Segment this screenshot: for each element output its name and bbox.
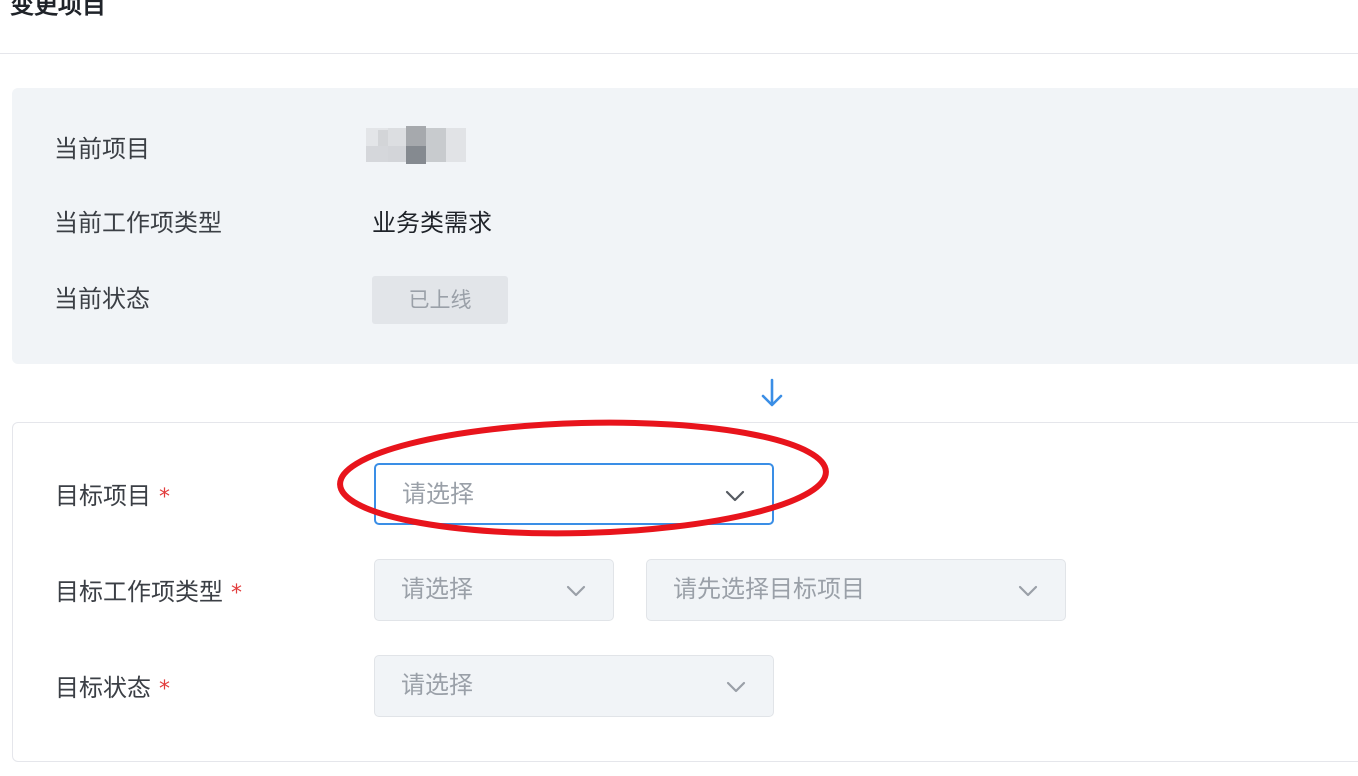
target-status-label-text: 目标状态 [55, 674, 151, 702]
chevron-down-icon [566, 585, 586, 597]
chevron-down-icon [1018, 585, 1038, 597]
target-status-placeholder: 请选择 [401, 671, 473, 699]
target-subtype-select[interactable]: 请先选择目标项目 [646, 559, 1066, 621]
target-type-select[interactable]: 请选择 [374, 559, 614, 621]
target-type-label-text: 目标工作项类型 [55, 578, 223, 606]
chevron-down-icon [725, 490, 745, 502]
current-project-value-blurred [366, 126, 466, 164]
current-type-label: 当前工作项类型 [54, 209, 222, 237]
page-title: 变更项目 [10, 0, 106, 19]
target-form-panel: 目标项目 * 请选择 目标工作项类型 * 请选择 请先选择目标项目 目标状态 * 请选… [12, 422, 1358, 762]
target-status-label: 目标状态 * [55, 673, 170, 705]
target-project-placeholder: 请选择 [402, 480, 474, 508]
required-mark: * [159, 677, 170, 702]
target-status-select[interactable]: 请选择 [374, 655, 774, 717]
target-project-select[interactable]: 请选择 [374, 463, 774, 525]
required-mark: * [159, 485, 170, 510]
target-project-label-text: 目标项目 [55, 482, 151, 510]
required-mark: * [231, 581, 242, 606]
target-type-placeholder: 请选择 [401, 575, 473, 603]
current-status-tag: 已上线 [372, 276, 508, 324]
chevron-down-icon [726, 681, 746, 693]
current-project-label: 当前项目 [54, 135, 150, 163]
target-subtype-placeholder: 请先选择目标项目 [673, 575, 865, 603]
current-info-panel: 当前项目 当前工作项类型 业务类需求 当前状态 已上线 [12, 88, 1358, 364]
arrow-down-icon [761, 378, 783, 407]
current-status-label: 当前状态 [54, 285, 150, 313]
target-project-label: 目标项目 * [55, 481, 170, 513]
target-type-label: 目标工作项类型 * [55, 577, 242, 609]
current-type-value: 业务类需求 [372, 209, 492, 237]
title-divider [0, 53, 1358, 54]
